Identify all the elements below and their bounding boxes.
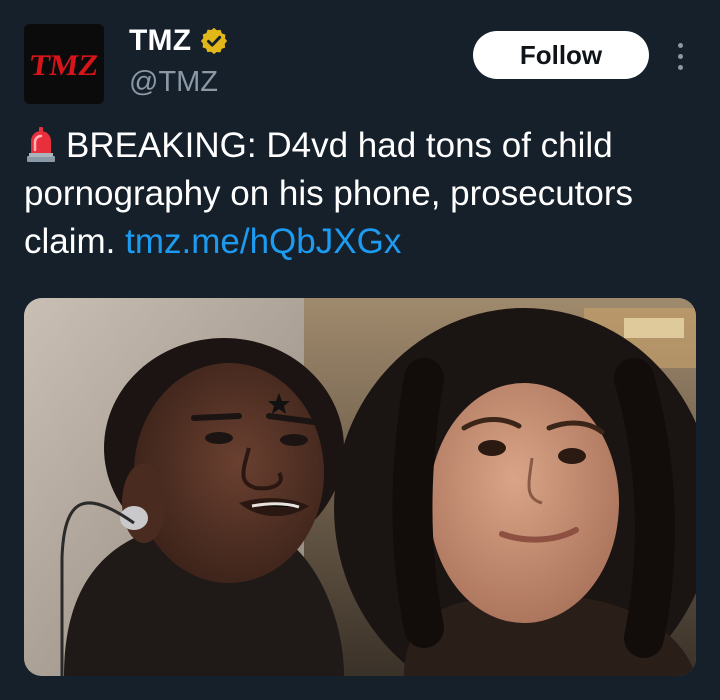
author-handle[interactable]: @TMZ <box>129 64 218 100</box>
tweet-text: BREAKING: D4vd had tons of child pornogr… <box>24 122 696 266</box>
tweet: TMZ TMZ @TMZ Follow BREAKING: D4vd had t… <box>0 0 720 700</box>
tmz-logo-icon: TMZ <box>24 24 104 104</box>
follow-button[interactable]: Follow <box>473 31 649 79</box>
tweet-photo[interactable] <box>24 298 696 676</box>
author-name-row[interactable]: TMZ <box>129 22 229 60</box>
avatar-text: TMZ <box>28 48 101 82</box>
display-name[interactable]: TMZ <box>129 22 191 60</box>
photo-image <box>24 298 696 676</box>
verified-badge-icon <box>201 27 228 55</box>
more-options-icon[interactable] <box>668 38 692 74</box>
tweet-link[interactable]: tmz.me/hQbJXGx <box>125 222 401 261</box>
dot <box>677 64 683 70</box>
dot <box>677 53 683 59</box>
tmz-avatar[interactable]: TMZ <box>24 24 104 104</box>
dot <box>677 42 683 48</box>
rotating-light-icon <box>27 127 55 162</box>
